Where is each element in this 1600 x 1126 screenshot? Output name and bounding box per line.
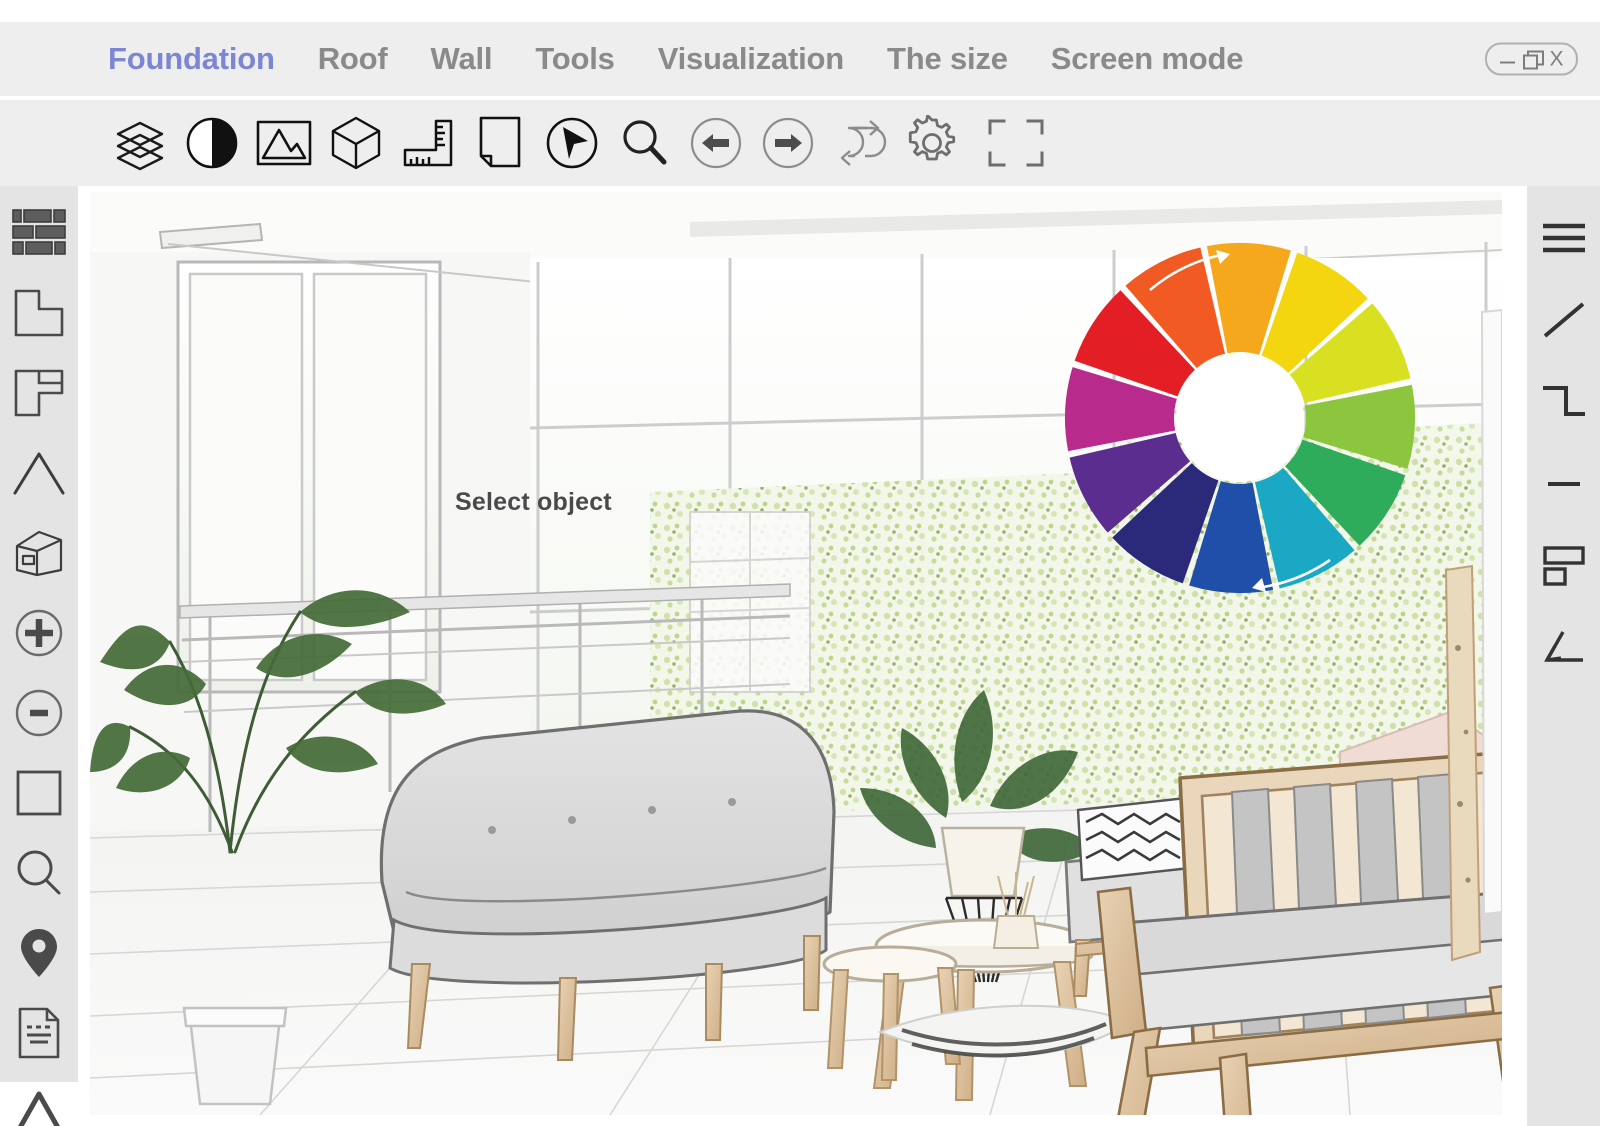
arrow-right-circle-icon[interactable] — [752, 112, 824, 174]
menu-lines-icon[interactable] — [1534, 210, 1594, 266]
design-canvas[interactable]: Select object — [90, 192, 1502, 1115]
main-toolbar — [0, 100, 1600, 186]
ruler-icon[interactable] — [392, 112, 464, 174]
floorplan-split-icon[interactable] — [9, 364, 69, 422]
floorplan-l-icon[interactable] — [9, 284, 69, 342]
document-icon[interactable] — [9, 1004, 69, 1062]
diagonal-line-icon[interactable] — [1534, 292, 1594, 348]
step-line-icon[interactable] — [1534, 374, 1594, 430]
window-controls: X — [1485, 42, 1578, 76]
layers-icon[interactable] — [104, 112, 176, 174]
cursor-circle-icon[interactable] — [536, 112, 608, 174]
cube-icon[interactable] — [320, 112, 392, 174]
color-wheel-svg[interactable] — [1030, 208, 1450, 628]
room-rendering: Select object — [90, 192, 1502, 1115]
triangle-icon[interactable] — [9, 1084, 69, 1126]
menu-item-the-size[interactable]: The size — [887, 41, 1008, 77]
arrow-corner-icon[interactable] — [1534, 620, 1594, 676]
menu-item-visualization[interactable]: Visualization — [658, 41, 845, 77]
select-object-hint: Select object — [455, 488, 612, 516]
contrast-icon[interactable] — [176, 112, 248, 174]
close-button[interactable]: X — [1549, 49, 1563, 70]
square-icon[interactable] — [9, 764, 69, 822]
minimize-button[interactable] — [1499, 52, 1516, 67]
minus-circle-icon[interactable] — [9, 684, 69, 742]
right-toolbar — [1527, 186, 1600, 1126]
menu-item-foundation[interactable]: Foundation — [108, 41, 275, 77]
menu-item-tools[interactable]: Tools — [535, 41, 615, 77]
rectangles-icon[interactable] — [1534, 538, 1594, 594]
gable-roof-icon[interactable] — [9, 444, 69, 502]
brick-wall-icon[interactable] — [9, 204, 69, 262]
arrow-left-circle-icon[interactable] — [680, 112, 752, 174]
magnifier-icon[interactable] — [9, 844, 69, 902]
menu-item-list: Foundation Roof Wall Tools Visualization… — [108, 41, 1286, 77]
menu-bar: Foundation Roof Wall Tools Visualization… — [0, 22, 1600, 96]
color-wheel[interactable] — [1030, 208, 1450, 628]
page-icon[interactable] — [464, 112, 536, 174]
gear-icon[interactable] — [896, 112, 968, 174]
fullscreen-icon[interactable] — [968, 112, 1064, 174]
menu-item-screen-mode[interactable]: Screen mode — [1051, 41, 1244, 77]
app-window: Foundation Roof Wall Tools Visualization… — [0, 0, 1600, 1126]
left-toolbar — [0, 186, 78, 1126]
menu-item-roof[interactable]: Roof — [318, 41, 388, 77]
horizontal-line-icon[interactable] — [1534, 456, 1594, 512]
loop-refresh-icon[interactable] — [824, 112, 896, 174]
restore-button[interactable] — [1523, 50, 1545, 70]
plus-circle-icon[interactable] — [9, 604, 69, 662]
magnifier-icon[interactable] — [608, 112, 680, 174]
map-pin-icon[interactable] — [9, 924, 69, 982]
image-icon[interactable] — [248, 112, 320, 174]
menu-item-wall[interactable]: Wall — [431, 41, 493, 77]
house-icon[interactable] — [9, 524, 69, 582]
